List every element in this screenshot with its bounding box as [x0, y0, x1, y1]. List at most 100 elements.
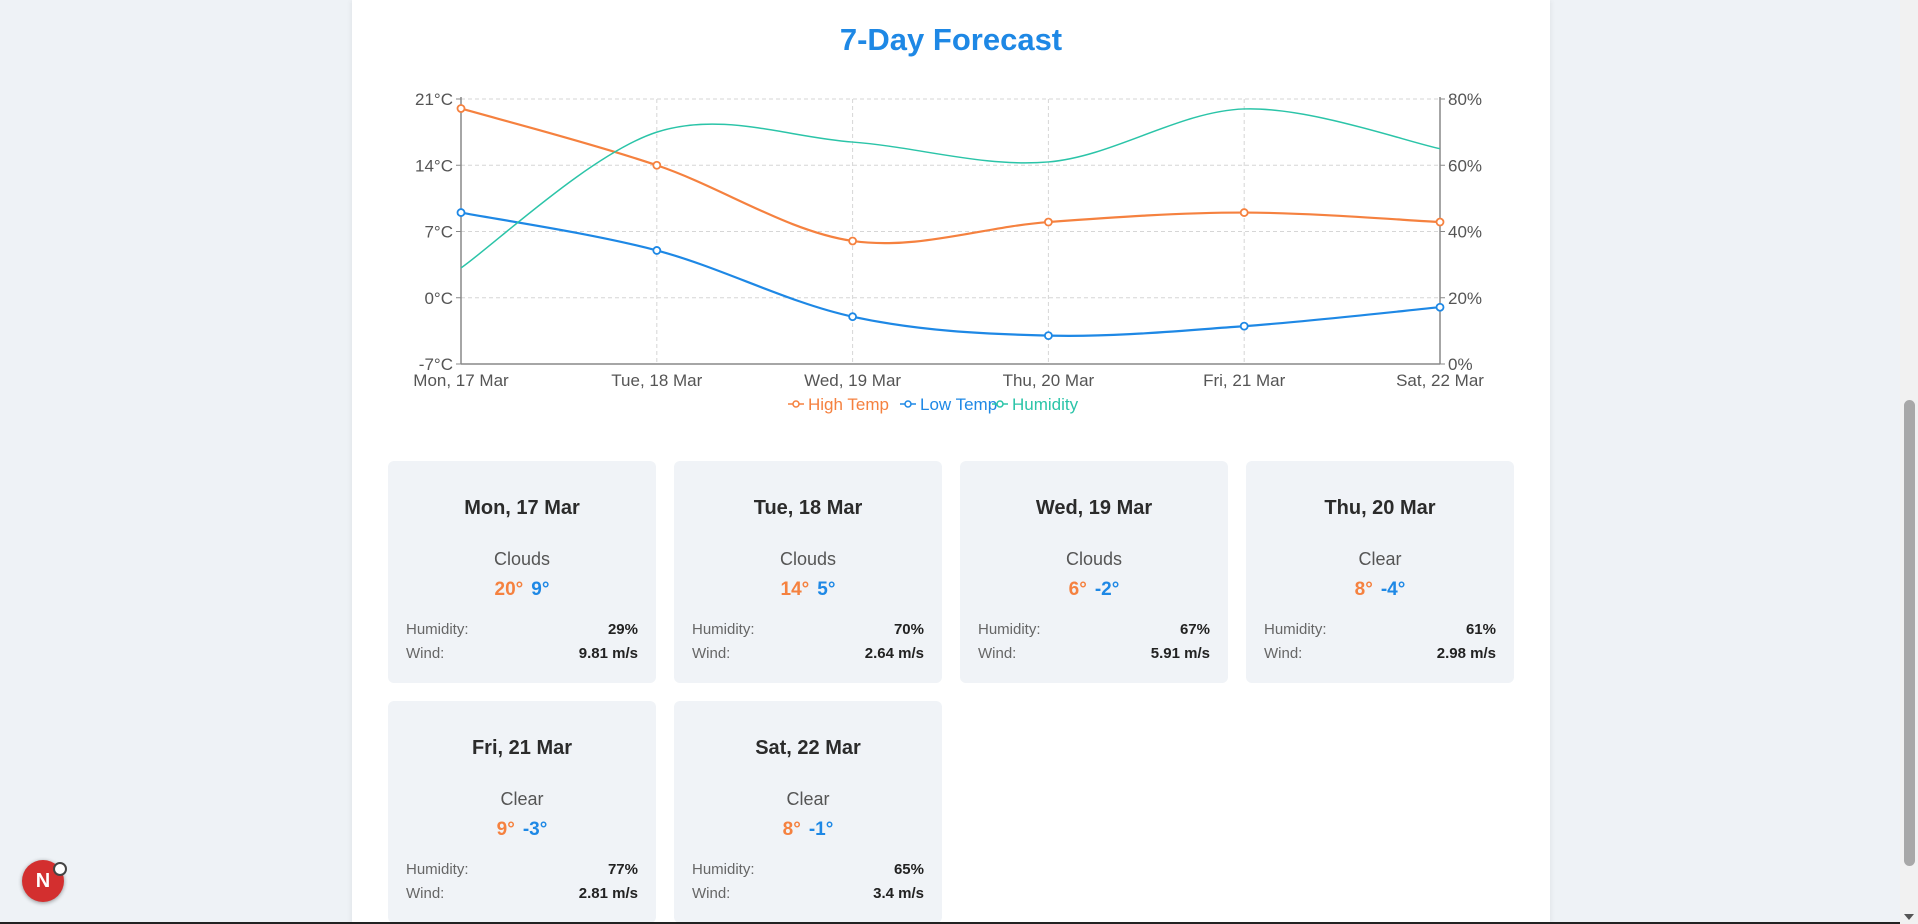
card-date: Sat, 22 Mar: [755, 737, 861, 759]
forecast-card: Wed, 19 Mar Clouds 6° -2° Humidity: 67% Wi…: [960, 461, 1228, 683]
card-date: Wed, 19 Mar: [1035, 497, 1153, 519]
card-date: Tue, 18 Mar: [753, 497, 863, 519]
forecast-card: Sat, 22 Mar Clear 8° -1° Humidity: 65% Win…: [674, 701, 942, 923]
card-humidity-row: Humidity: 65%: [692, 861, 924, 878]
humidity-label: Humidity:: [406, 621, 469, 638]
vertical-scrollbar[interactable]: [1900, 0, 1918, 924]
card-date: Thu, 20 Mar: [1324, 497, 1436, 519]
forecast-card: Mon, 17 Mar Clouds 20° 9° Humidity: 29% Wi…: [388, 461, 656, 683]
card-high-temp: 6°: [1068, 579, 1087, 600]
y-left-tick-label: 7°C: [424, 223, 453, 242]
humidity-value: 70%: [893, 621, 924, 638]
card-low-temp: -3°: [522, 819, 548, 840]
wind-label: Wind:: [406, 885, 445, 902]
wind-label: Wind:: [1264, 645, 1303, 662]
legend-marker-high-temp: [792, 400, 800, 408]
high-temp-point: [652, 160, 662, 170]
card-low-temp: -2°: [1094, 579, 1120, 600]
card-humidity-row: Humidity: 29%: [406, 621, 638, 638]
wind-label: Wind:: [692, 645, 731, 662]
card-low-temp: -1°: [808, 819, 834, 840]
card-date: Fri, 21 Mar: [471, 737, 573, 759]
humidity-value: 77%: [607, 861, 638, 878]
card-humidity-row: Humidity: 77%: [406, 861, 638, 878]
wind-label: Wind:: [692, 885, 731, 902]
low-temp-point: [1239, 321, 1249, 331]
card-condition: Clear: [500, 789, 544, 809]
card-low-temp: -4°: [1380, 579, 1406, 600]
card-high-temp: 8°: [782, 819, 801, 840]
card-low-temp: 9°: [531, 579, 550, 600]
page-title: 7-Day Forecast: [839, 22, 1063, 57]
x-tick-label: Mon, 17 Mar: [413, 371, 509, 390]
card-date: Mon, 17 Mar: [464, 497, 580, 519]
low-temp-point: [1435, 302, 1445, 312]
x-tick-label: Sat, 22 Mar: [1396, 371, 1484, 390]
x-tick-label: Thu, 20 Mar: [1003, 371, 1095, 390]
card-wind-row: Wind: 2.64 m/s: [692, 645, 924, 662]
card-high-temp: 14°: [780, 579, 810, 600]
legend-label-low-temp: Low Temp: [920, 395, 997, 414]
scrollbar-thumb[interactable]: [1904, 400, 1915, 866]
y-left-tick-label: 21°C: [415, 90, 453, 109]
card-high-temp: 8°: [1354, 579, 1373, 600]
humidity-label: Humidity:: [692, 861, 755, 878]
card-wind-row: Wind: 9.81 m/s: [406, 645, 638, 662]
y-right-tick-label: 40%: [1448, 223, 1482, 242]
wind-label: Wind:: [978, 645, 1017, 662]
humidity-label: Humidity:: [978, 621, 1041, 638]
y-left-tick-label: 14°C: [415, 156, 453, 175]
card-low-temp: 5°: [817, 579, 836, 600]
high-temp-point: [848, 236, 857, 246]
forecast-card: Tue, 18 Mar Clouds 14° 5° Humidity: 70% Wi…: [674, 461, 942, 683]
low-temp-point: [1044, 331, 1053, 341]
low-temp-line: [460, 211, 1441, 337]
low-temp-point: [456, 208, 466, 217]
card-humidity-row: Humidity: 61%: [1264, 621, 1496, 638]
card-condition: Clouds: [1065, 549, 1123, 569]
notification-dot-icon: [53, 862, 67, 876]
y-right-tick-label: 80%: [1448, 90, 1482, 109]
legend-marker-humidity: [996, 400, 1004, 408]
wind-label: Wind:: [406, 645, 445, 662]
wind-value: 2.98 m/s: [1436, 645, 1496, 662]
humidity-line: [460, 108, 1441, 269]
y-left-tick-label: 0°C: [424, 289, 453, 308]
scroll-down-arrow-icon[interactable]: [1904, 914, 1914, 920]
card-wind-row: Wind: 2.81 m/s: [406, 885, 638, 902]
forecast-card: Thu, 20 Mar Clear 8° -4° Humidity: 61% Win…: [1246, 461, 1514, 683]
x-tick-label: Wed, 19 Mar: [804, 371, 901, 390]
wind-value: 2.64 m/s: [864, 645, 924, 662]
humidity-value: 61%: [1465, 621, 1496, 638]
legend-marker-low-temp: [904, 400, 912, 408]
y-right-tick-label: 20%: [1448, 289, 1482, 308]
low-temp-point: [848, 312, 857, 322]
card-wind-row: Wind: 3.4 m/s: [692, 885, 924, 902]
card-condition: Clear: [1358, 549, 1402, 569]
high-temp-point: [456, 104, 466, 113]
humidity-value: 65%: [893, 861, 924, 878]
card-temps: 9° -3°: [388, 819, 656, 841]
high-temp-line: [460, 107, 1441, 245]
humidity-label: Humidity:: [406, 861, 469, 878]
high-temp-point: [1044, 217, 1053, 227]
low-temp-point: [652, 246, 662, 255]
humidity-value: 29%: [607, 621, 638, 638]
legend-label-humidity: Humidity: [1012, 395, 1079, 414]
high-temp-point: [1435, 217, 1445, 227]
card-temps: 14° 5°: [674, 579, 942, 601]
humidity-label: Humidity:: [692, 621, 755, 638]
forecast-card: Fri, 21 Mar Clear 9° -3° Humidity: 77% Win…: [388, 701, 656, 923]
y-right-tick-label: 60%: [1448, 156, 1482, 175]
humidity-value: 67%: [1179, 621, 1210, 638]
x-tick-label: Tue, 18 Mar: [611, 371, 702, 390]
high-temp-point: [1239, 208, 1249, 217]
wind-value: 2.81 m/s: [578, 885, 638, 902]
card-temps: 20° 9°: [388, 579, 656, 601]
legend-label-high-temp: High Temp: [808, 395, 889, 414]
card-condition: Clouds: [779, 549, 837, 569]
card-condition: Clouds: [493, 549, 551, 569]
card-temps: 8° -4°: [1246, 579, 1514, 601]
card-wind-row: Wind: 2.98 m/s: [1264, 645, 1496, 662]
card-condition: Clear: [786, 789, 830, 809]
